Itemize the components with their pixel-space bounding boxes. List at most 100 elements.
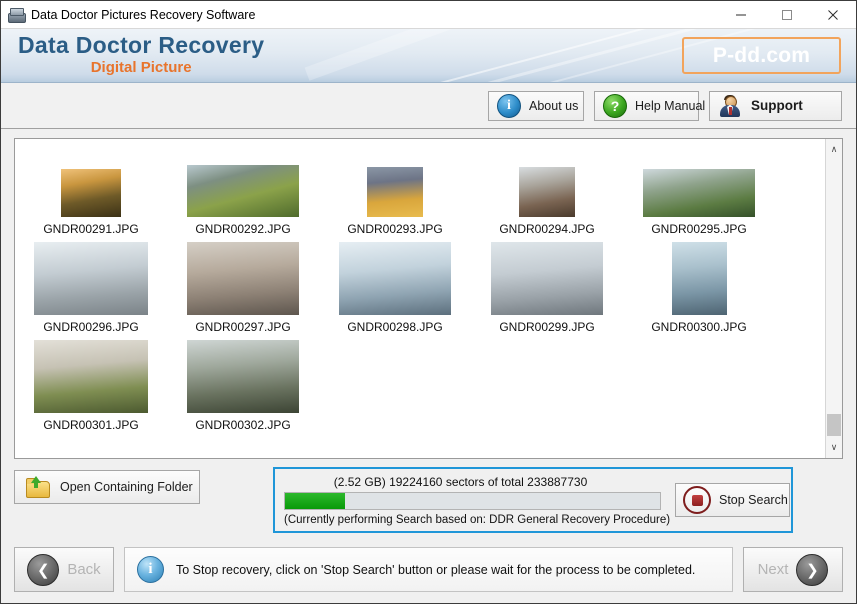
progress-bar: [284, 491, 661, 510]
thumbnail-row: GNDR00291.JPG GNDR00292.JPG GNDR00293.JPG G…: [15, 147, 825, 245]
scroll-down-button[interactable]: ∨: [826, 439, 843, 456]
thumbnail-holder: [187, 340, 299, 413]
top-toolbar: i About us ? Help Manual Support: [1, 83, 856, 129]
progress-note: (Currently performing Search based on: D…: [284, 513, 671, 526]
file-item[interactable]: GNDR00301.JPG: [15, 340, 167, 441]
file-item[interactable]: GNDR00291.JPG: [15, 147, 167, 245]
file-name: GNDR00296.JPG: [43, 320, 139, 334]
file-name: GNDR00295.JPG: [651, 222, 747, 236]
file-name: GNDR00301.JPG: [43, 418, 139, 432]
close-button[interactable]: [810, 1, 856, 28]
thumbnail-holder: [34, 340, 148, 413]
folder-upload-icon: [25, 476, 51, 498]
status-message-text: To Stop recovery, click on 'Stop Search'…: [176, 562, 696, 577]
file-item[interactable]: GNDR00292.JPG: [167, 147, 319, 245]
brand-header: Data Doctor Recovery Digital Picture P-d…: [1, 29, 856, 83]
stop-search-button[interactable]: Stop Search: [675, 483, 790, 517]
file-thumbnail[interactable]: [34, 340, 148, 413]
file-item[interactable]: GNDR00300.JPG: [623, 242, 775, 343]
stop-icon: [683, 486, 711, 514]
scrollbar-thumb[interactable]: [827, 414, 841, 436]
status-row: Open Containing Folder (2.52 GB) 1922416…: [14, 467, 843, 533]
file-item[interactable]: GNDR00299.JPG: [471, 242, 623, 343]
site-logo-text: P-dd.com: [712, 43, 811, 67]
thumbnail-holder: [34, 242, 148, 315]
file-name: GNDR00291.JPG: [43, 222, 139, 236]
file-item[interactable]: GNDR00296.JPG: [15, 242, 167, 343]
file-thumbnail[interactable]: [61, 169, 121, 217]
chevron-right-icon: ❯: [796, 553, 829, 586]
thumbnail-row: GNDR00301.JPG GNDR00302.JPG: [15, 340, 825, 441]
thumbnail-holder: [339, 242, 451, 315]
support-button[interactable]: Support: [709, 90, 842, 121]
recovered-files-pane: GNDR00291.JPG GNDR00292.JPG GNDR00293.JPG G…: [14, 138, 843, 459]
file-item[interactable]: GNDR00293.JPG: [319, 147, 471, 245]
thumbnail-holder: [367, 147, 423, 217]
open-containing-folder-label: Open Containing Folder: [60, 480, 193, 494]
file-item[interactable]: GNDR00302.JPG: [167, 340, 319, 441]
header-streak: [304, 29, 498, 81]
back-label: Back: [67, 561, 101, 578]
thumbnail-holder: [671, 242, 727, 315]
minimize-button[interactable]: [718, 1, 764, 28]
file-thumbnail[interactable]: [491, 242, 603, 315]
thumbnail-holder: [643, 147, 755, 217]
thumbnail-holder: [519, 147, 575, 217]
file-name: GNDR00302.JPG: [195, 418, 291, 432]
stop-search-label: Stop Search: [719, 493, 788, 507]
thumbnail-holder: [61, 147, 121, 217]
file-thumbnail[interactable]: [643, 169, 755, 217]
progress-bar-fill: [285, 492, 345, 509]
window-title: Data Doctor Pictures Recovery Software: [31, 7, 256, 22]
scanner-icon: [7, 7, 26, 23]
status-message-bar: i To Stop recovery, click on 'Stop Searc…: [124, 547, 733, 592]
chevron-left-icon: ❮: [27, 553, 60, 586]
progress-left: (2.52 GB) 19224160 sectors of total 2338…: [275, 474, 671, 526]
file-thumbnail[interactable]: [187, 165, 299, 217]
vertical-scrollbar[interactable]: ∧ ∨: [825, 139, 842, 458]
file-thumbnail[interactable]: [519, 167, 575, 217]
window-controls: [718, 1, 856, 28]
file-name: GNDR00300.JPG: [651, 320, 747, 334]
file-name: GNDR00298.JPG: [347, 320, 443, 334]
file-thumbnail[interactable]: [34, 242, 148, 315]
file-thumbnail[interactable]: [671, 242, 727, 315]
info-icon: i: [497, 93, 521, 118]
file-item[interactable]: GNDR00297.JPG: [167, 242, 319, 343]
file-thumbnail[interactable]: [187, 242, 299, 315]
file-thumbnail[interactable]: [339, 242, 451, 315]
help-manual-button[interactable]: ? Help Manual: [594, 90, 705, 121]
open-containing-folder-button[interactable]: Open Containing Folder: [14, 470, 200, 504]
file-thumbnail[interactable]: [187, 340, 299, 413]
file-name: GNDR00299.JPG: [499, 320, 595, 334]
file-item[interactable]: GNDR00294.JPG: [471, 147, 623, 245]
file-name: GNDR00297.JPG: [195, 320, 291, 334]
file-item[interactable]: GNDR00298.JPG: [319, 242, 471, 343]
scrollbar-track[interactable]: [826, 156, 843, 441]
thumbnail-holder: [491, 242, 603, 315]
progress-sectors-text: (2.52 GB) 19224160 sectors of total 2338…: [333, 474, 588, 489]
question-icon: ?: [603, 93, 627, 118]
brand-subtitle: Digital Picture: [90, 59, 192, 76]
thumbnail-holder: [187, 147, 299, 217]
footer-nav: ❮ Back i To Stop recovery, click on 'Sto…: [14, 547, 843, 592]
file-name: GNDR00292.JPG: [195, 222, 291, 236]
info-icon: i: [137, 556, 164, 583]
back-button[interactable]: ❮ Back: [14, 547, 114, 592]
file-name: GNDR00293.JPG: [347, 222, 443, 236]
thumbnail-row: GNDR00296.JPG GNDR00297.JPG GNDR00298.JPG G…: [15, 242, 825, 343]
next-label: Next: [757, 561, 789, 578]
file-thumbnail[interactable]: [367, 167, 423, 217]
about-us-button[interactable]: i About us: [488, 90, 584, 121]
maximize-button[interactable]: [764, 1, 810, 28]
next-button[interactable]: Next ❯: [743, 547, 843, 592]
main-content: GNDR00291.JPG GNDR00292.JPG GNDR00293.JPG G…: [1, 129, 856, 533]
thumbnail-grid: GNDR00291.JPG GNDR00292.JPG GNDR00293.JPG G…: [15, 139, 825, 458]
brand-title: Data Doctor Recovery: [18, 32, 265, 58]
file-name: GNDR00294.JPG: [499, 222, 595, 236]
agent-icon: [718, 94, 742, 117]
site-logo[interactable]: P-dd.com: [682, 37, 841, 74]
support-label: Support: [751, 98, 803, 113]
help-manual-label: Help Manual: [635, 98, 706, 113]
file-item[interactable]: GNDR00295.JPG: [623, 147, 775, 245]
